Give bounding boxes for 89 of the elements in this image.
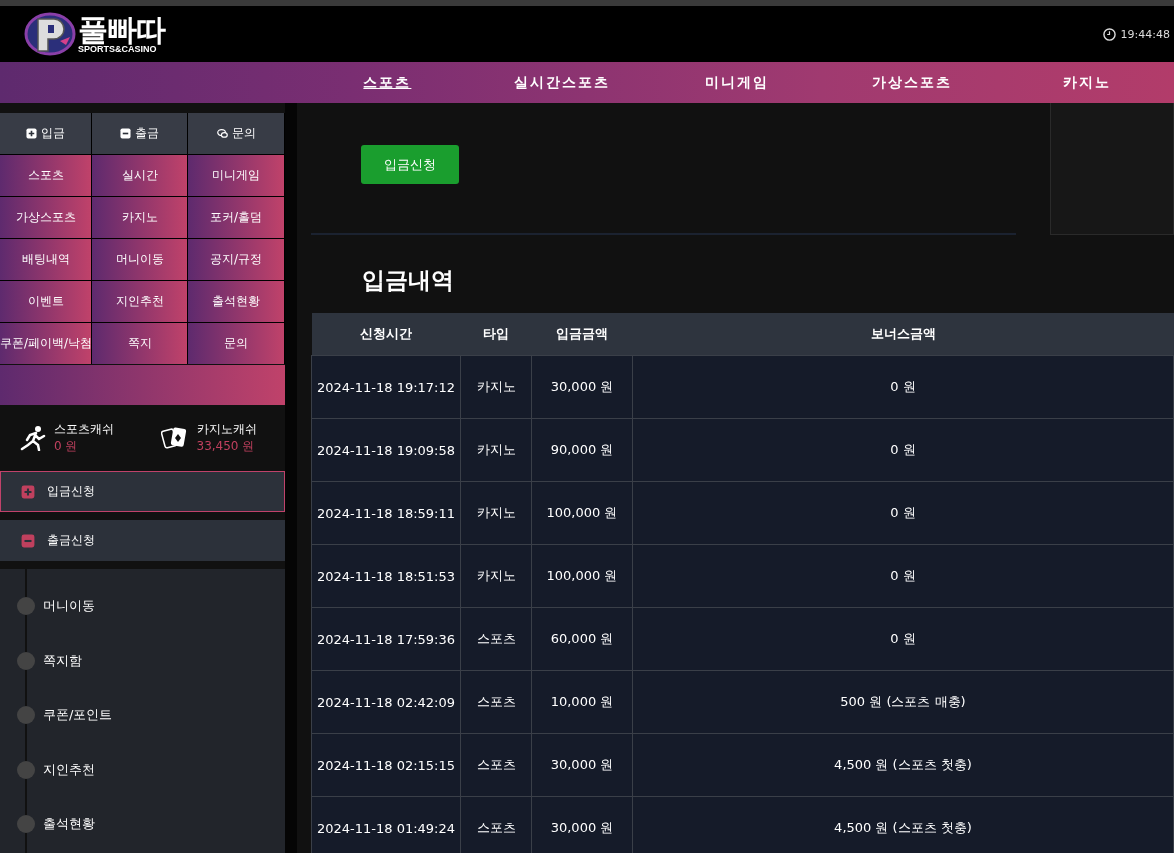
nav-link[interactable]: 카지노 xyxy=(999,73,1174,92)
cash-label: 카지노캐쉬 xyxy=(196,421,257,438)
nav-link[interactable]: 가상스포츠 xyxy=(824,73,1000,92)
column-header: 입금금액 xyxy=(531,313,633,356)
chat-bubbles-icon xyxy=(216,128,228,139)
menu-button[interactable]: 공지/규정 xyxy=(188,239,284,280)
plus-icon xyxy=(21,484,35,499)
quick-button[interactable]: 출금 xyxy=(92,113,187,154)
table-cell: 4,500 원 (스포츠 첫충) xyxy=(632,733,1174,797)
clock-time: 19:44:48 xyxy=(1120,27,1170,41)
nav-link[interactable]: 미니게임 xyxy=(649,73,825,92)
clock-icon xyxy=(1102,27,1116,41)
table-cell: 0 원 xyxy=(632,481,1174,545)
action-button[interactable]: 출금신청 xyxy=(0,520,285,561)
table-cell: 2024-11-18 18:51:53 xyxy=(311,544,461,608)
plus-icon xyxy=(26,128,37,139)
table-cell: 스포츠 xyxy=(460,607,532,671)
table-cell: 2024-11-18 01:49:24 xyxy=(311,796,461,853)
section-title: 입금내역 xyxy=(361,266,455,295)
quick-button[interactable]: 문의 xyxy=(188,113,284,154)
cash-amount: 0 원 xyxy=(54,438,79,455)
table-cell: 스포츠 xyxy=(460,733,532,797)
table-cell: 60,000 원 xyxy=(531,607,633,671)
column-header: 신청시간 xyxy=(311,313,461,356)
nav-link[interactable]: 실시간스포츠 xyxy=(474,73,650,92)
table-cell: 30,000 원 xyxy=(531,355,633,419)
menu-button[interactable]: 쪽지 xyxy=(92,323,187,364)
table-cell: 90,000 원 xyxy=(531,418,633,482)
logo-text: 풀빠따 xyxy=(78,14,165,45)
table-cell: 스포츠 xyxy=(460,796,532,853)
table-cell: 스포츠 xyxy=(460,670,532,734)
menu-button[interactable]: 스포츠 xyxy=(0,155,91,196)
cash-label: 스포츠캐쉬 xyxy=(54,421,114,438)
submenu-item[interactable]: 쪽지함 xyxy=(43,651,82,670)
table-cell: 2024-11-18 19:09:58 xyxy=(311,418,461,482)
minus-icon xyxy=(120,128,131,139)
logo-subtitle: SPORTS&CASINO xyxy=(78,44,157,54)
nav-link[interactable]: 스포츠 xyxy=(300,73,475,92)
timeline-dot xyxy=(17,815,35,834)
submenu-item[interactable]: 머니이동 xyxy=(43,597,95,616)
menu-button[interactable]: 머니이동 xyxy=(92,239,187,280)
table-cell: 0 원 xyxy=(632,607,1174,671)
menu-button[interactable]: 카지노 xyxy=(92,197,187,238)
table-cell: 2024-11-18 19:17:12 xyxy=(311,355,461,419)
timeline-dot xyxy=(17,760,35,779)
table-cell: 카지노 xyxy=(460,355,532,419)
menu-button[interactable]: 이벤트 xyxy=(0,281,91,322)
menu-button[interactable]: 실시간 xyxy=(92,155,187,196)
timeline-dot xyxy=(17,706,35,725)
minus-icon xyxy=(21,533,35,548)
table-cell: 2024-11-18 02:42:09 xyxy=(311,670,461,734)
cash-amount: 33,450 원 xyxy=(196,438,256,455)
menu-button[interactable]: 지인추천 xyxy=(92,281,187,322)
submenu-item[interactable]: 쿠폰/포인트 xyxy=(43,706,113,725)
table-cell: 카지노 xyxy=(460,418,532,482)
menu-button[interactable]: 문의 xyxy=(188,323,284,364)
table-cell: 30,000 원 xyxy=(531,733,633,797)
quick-button[interactable]: 입금 xyxy=(0,113,91,154)
timeline-dot xyxy=(17,651,35,670)
table-cell: 0 원 xyxy=(632,418,1174,482)
table-cell: 0 원 xyxy=(632,355,1174,419)
playing-cards-icon xyxy=(160,425,189,451)
table-cell: 500 원 (스포츠 매충) xyxy=(632,670,1174,734)
menu-button[interactable]: 출석현황 xyxy=(188,281,284,322)
running-person-icon xyxy=(18,425,46,451)
table-cell: 2024-11-18 18:59:11 xyxy=(311,481,461,545)
deposit-request-button[interactable]: 입금신청 xyxy=(361,145,459,184)
menu-button[interactable]: 가상스포츠 xyxy=(0,197,91,238)
column-header: 타입 xyxy=(460,313,532,356)
menu-button[interactable]: 쿠폰/페이백/낙첨 xyxy=(0,323,91,364)
table-cell: 10,000 원 xyxy=(531,670,633,734)
submenu-item[interactable]: 지인추천 xyxy=(43,760,95,779)
table-cell: 카지노 xyxy=(460,481,532,545)
menu-button[interactable]: 배팅내역 xyxy=(0,239,91,280)
table-cell: 2024-11-18 17:59:36 xyxy=(311,607,461,671)
table-cell: 30,000 원 xyxy=(531,796,633,853)
table-cell: 2024-11-18 02:15:15 xyxy=(311,733,461,797)
submenu-item[interactable]: 출석현황 xyxy=(43,815,95,834)
timeline-dot xyxy=(17,597,35,616)
action-button[interactable]: 입금신청 xyxy=(0,471,285,512)
menu-button[interactable]: 미니게임 xyxy=(188,155,284,196)
column-header: 보너스금액 xyxy=(632,313,1174,356)
table-cell: 0 원 xyxy=(632,544,1174,608)
table-cell: 100,000 원 xyxy=(531,481,633,545)
table-cell: 100,000 원 xyxy=(531,544,633,608)
logo-icon xyxy=(24,11,76,57)
menu-button[interactable]: 포커/홀덤 xyxy=(188,197,284,238)
table-cell: 4,500 원 (스포츠 첫충) xyxy=(632,796,1174,853)
table-cell: 카지노 xyxy=(460,544,532,608)
